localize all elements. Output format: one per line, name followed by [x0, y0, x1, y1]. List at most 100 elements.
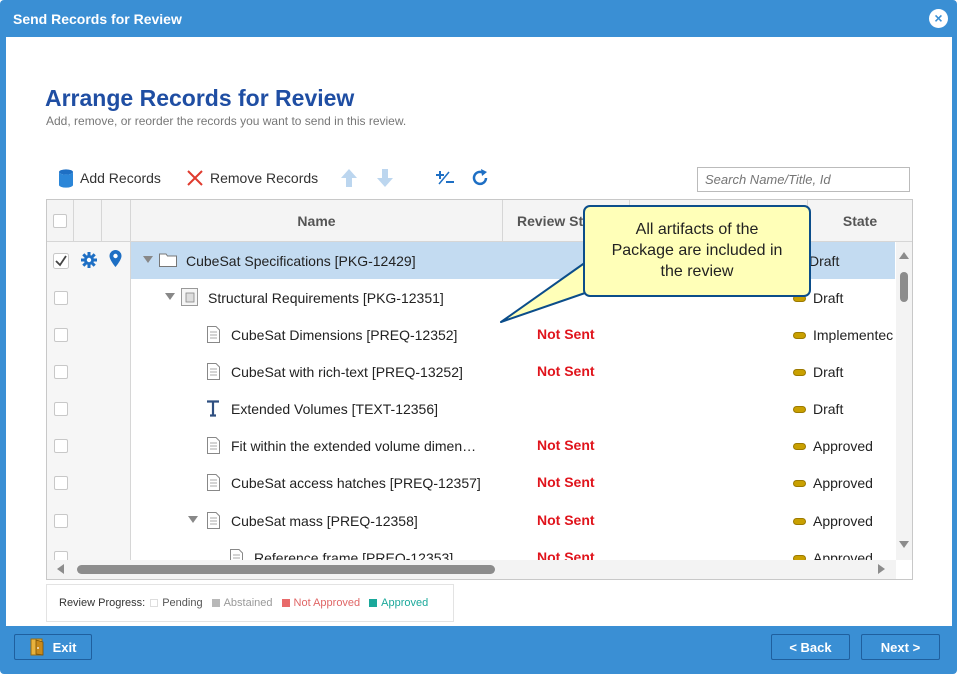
page-title: Arrange Records for Review [45, 85, 355, 111]
row-name: Structural Requirements [PKG-12351] [208, 289, 444, 306]
row-state: Draft [793, 401, 843, 417]
row-state: Approved [793, 513, 873, 529]
state-pill-icon [793, 517, 806, 525]
titlebar: Send Records for Review × [0, 0, 957, 37]
table-row[interactable]: CubeSat mass [PREQ-12358] Not Sent Appro… [47, 502, 912, 539]
scroll-down-icon[interactable] [899, 541, 909, 548]
remove-records-button[interactable]: Remove Records [186, 164, 318, 192]
search-input[interactable] [697, 167, 910, 192]
vertical-scroll-thumb[interactable] [900, 272, 908, 302]
scroll-left-icon[interactable] [57, 564, 64, 574]
text-icon [207, 400, 219, 417]
legend-item-label: Abstained [223, 597, 273, 609]
legend-item-abstained: Abstained [211, 597, 273, 609]
map-pin-icon[interactable] [109, 250, 122, 268]
database-icon [59, 168, 73, 188]
state-label: Approved [813, 550, 873, 560]
table-row[interactable]: CubeSat with rich-text [PREQ-13252] Not … [47, 353, 912, 390]
row-state: Draft [809, 253, 839, 269]
row-checkbox[interactable] [54, 402, 68, 416]
state-label: Approved [813, 438, 873, 454]
column-header-name[interactable]: Name [131, 200, 503, 242]
row-name: CubeSat Dimensions [PREQ-12352] [231, 326, 458, 343]
horizontal-scrollbar[interactable] [47, 560, 896, 579]
state-pill-icon [793, 479, 806, 487]
package-icon [181, 288, 198, 306]
scroll-right-icon[interactable] [878, 564, 885, 574]
move-up-button[interactable] [340, 164, 358, 192]
state-label: Approved [813, 513, 873, 529]
tooltip-line: Package are included in [611, 242, 783, 259]
legend-swatch [281, 599, 290, 607]
arrow-down-icon [377, 169, 393, 187]
scroll-up-icon[interactable] [899, 252, 909, 259]
document-icon [207, 363, 220, 380]
collapse-toggle[interactable] [188, 516, 198, 523]
legend-swatch [211, 599, 220, 607]
review-status: Not Sent [537, 326, 595, 342]
tooltip-line: All artifacts of the [635, 221, 759, 238]
table-row[interactable]: CubeSat Dimensions [PREQ-12352] Not Sent… [47, 316, 912, 353]
header-actions-col [74, 200, 102, 242]
row-checkbox[interactable] [54, 328, 68, 342]
send-records-dialog: Send Records for Review × Arrange Record… [0, 0, 957, 674]
close-icon[interactable]: × [929, 9, 948, 28]
select-all-checkbox[interactable] [53, 214, 67, 228]
table-row[interactable]: Extended Volumes [TEXT-12356] Draft [47, 390, 912, 427]
legend-item-label: Pending [162, 597, 203, 609]
review-status: Not Sent [537, 437, 595, 453]
row-checkbox[interactable] [54, 439, 68, 453]
plus-minus-icon [436, 171, 454, 185]
row-state: Implementec [793, 327, 893, 343]
legend-item-label: Not Approved [293, 597, 361, 609]
next-button[interactable]: Next > [861, 634, 940, 660]
document-icon [207, 437, 220, 454]
back-button[interactable]: < Back [771, 634, 850, 660]
expand-collapse-button[interactable] [435, 164, 455, 192]
review-status: Not Sent [537, 512, 595, 528]
document-icon [230, 549, 243, 560]
legend-swatch [150, 599, 159, 607]
table-row[interactable]: Fit within the extended volume dimen… No… [47, 427, 912, 464]
row-state: Approved [793, 550, 873, 560]
dialog-body: Arrange Records for Review Add, remove, … [6, 37, 952, 626]
document-icon [207, 512, 220, 529]
add-records-button[interactable]: Add Records [58, 164, 161, 192]
legend-item-pending: Pending [150, 597, 203, 609]
exit-button[interactable]: Exit [14, 634, 92, 660]
review-status: Not Sent [537, 549, 595, 560]
row-checkbox[interactable] [54, 551, 68, 560]
row-checkbox[interactable] [54, 514, 68, 528]
move-down-button[interactable] [376, 164, 394, 192]
collapse-toggle[interactable] [165, 293, 175, 300]
state-label: Draft [813, 364, 844, 380]
review-status: Not Sent [537, 474, 595, 490]
row-name: CubeSat with rich-text [PREQ-13252] [231, 363, 463, 380]
review-progress-legend: Review Progress: Pending Abstained Not A… [46, 584, 454, 622]
state-label: Draft [813, 401, 844, 417]
collapse-toggle[interactable] [143, 256, 153, 263]
row-name: Fit within the extended volume dimen… [231, 437, 477, 454]
vertical-scrollbar[interactable] [896, 242, 912, 560]
row-checkbox[interactable] [54, 476, 68, 490]
row-checkbox[interactable] [54, 291, 68, 305]
folder-icon [159, 253, 177, 267]
state-pill-icon [793, 442, 806, 450]
row-checkbox[interactable] [54, 365, 68, 379]
horizontal-scroll-thumb[interactable] [77, 565, 495, 574]
legend-item-not-approved: Not Approved [281, 597, 361, 609]
row-state: Approved [793, 438, 873, 454]
page-subtitle: Add, remove, or reorder the records you … [46, 114, 407, 128]
checked-checkbox[interactable] [53, 253, 69, 269]
refresh-icon [472, 169, 488, 186]
refresh-button[interactable] [470, 164, 490, 192]
document-icon [207, 326, 220, 343]
legend-swatch [369, 599, 378, 607]
table-row[interactable]: Reference frame [PREQ-12353] Not Sent Ap… [47, 539, 912, 560]
gear-icon[interactable] [81, 252, 97, 268]
state-pill-icon [793, 405, 806, 413]
table-row[interactable]: CubeSat access hatches [PREQ-12357] Not … [47, 464, 912, 501]
document-icon [207, 474, 220, 491]
column-header-state[interactable]: State [808, 200, 912, 242]
header-select-all [47, 200, 74, 242]
